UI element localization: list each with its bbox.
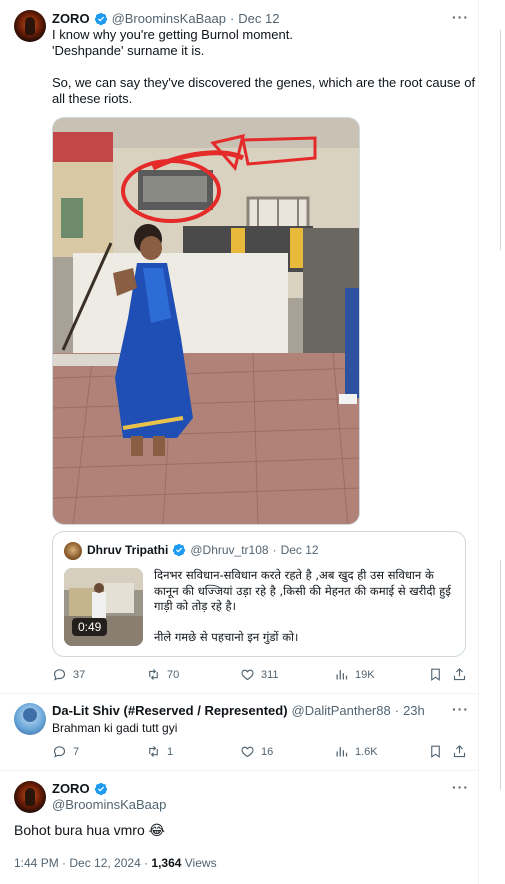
- tweet-header: ZORO @BroominsKaBaap · Dec 12: [52, 11, 280, 26]
- divider: [0, 693, 478, 694]
- tweet-actions-bar: 7 1 16 1.6K: [52, 744, 482, 762]
- author-handle[interactable]: @BroominsKaBaap: [52, 797, 166, 812]
- bookmark-button[interactable]: [428, 667, 443, 682]
- tweet-text: Bohot bura hua vmro 😂: [14, 822, 165, 838]
- bookmark-icon: [431, 745, 440, 758]
- reply-icon: [53, 746, 66, 758]
- views-button[interactable]: 1.6K: [334, 744, 378, 759]
- author-name[interactable]: ZORO: [52, 781, 90, 796]
- views-label: Views: [181, 856, 217, 870]
- quoted-tweet[interactable]: Dhruv Tripathi @Dhruv_tr108 · Dec 12 0:4…: [52, 531, 466, 657]
- repost-button[interactable]: 1: [146, 744, 173, 759]
- like-count: 16: [261, 745, 274, 758]
- quote-text-line: दिनभर सविधान-सविधान करते रहते है ,अब खुद…: [154, 568, 434, 582]
- more-icon[interactable]: ···: [452, 779, 469, 795]
- avatar[interactable]: [14, 10, 46, 42]
- reply-text: Brahman ki gadi tutt gyi: [52, 721, 178, 735]
- quote-header: Dhruv Tripathi @Dhruv_tr108 · Dec 12: [87, 543, 319, 557]
- bookmark-button[interactable]: [428, 744, 443, 759]
- street-photo: [53, 118, 359, 524]
- reply-count: 7: [73, 745, 80, 758]
- repost-button[interactable]: 70: [146, 667, 179, 682]
- main-tweet[interactable]: ZORO @BroominsKaBaap · Dec 12 ··· I know…: [0, 0, 478, 694]
- verified-badge-icon: [94, 12, 107, 25]
- views-icon: [336, 747, 348, 757]
- bookmark-icon: [431, 668, 440, 681]
- author-handle[interactable]: @DalitPanther88: [292, 703, 391, 718]
- tweet-text-line: all these riots.: [52, 91, 133, 106]
- repost-icon: [149, 669, 158, 680]
- reply-header: Da-Lit Shiv (#Reserved / Represented) @D…: [52, 703, 425, 718]
- repost-count: 70: [167, 668, 180, 681]
- repost-icon: [149, 746, 158, 757]
- avatar[interactable]: [14, 703, 46, 735]
- quote-author-handle[interactable]: @Dhruv_tr108: [190, 543, 268, 557]
- quote-text-line: नीले गमछे से पहचानो इन गुंडों को।: [154, 630, 299, 644]
- quote-text-line: गाड़ी को तोड़ रहे है।: [154, 599, 236, 613]
- share-icon: [453, 745, 466, 758]
- reply-button[interactable]: 7: [52, 744, 79, 759]
- reply-button[interactable]: 37: [52, 667, 85, 682]
- author-name[interactable]: Da-Lit Shiv (#Reserved / Represented): [52, 703, 288, 718]
- timestamp[interactable]: 1:44 PM · Dec 12, 2024 ·: [14, 856, 151, 870]
- divider: [0, 770, 478, 771]
- tweet-actions-bar: 37 70 311 19K: [52, 667, 482, 685]
- views-icon: [336, 670, 348, 680]
- like-count: 311: [261, 668, 279, 681]
- views-button[interactable]: 19K: [334, 667, 375, 682]
- avatar[interactable]: [14, 781, 46, 813]
- quote-date[interactable]: Dec 12: [281, 543, 319, 557]
- share-button[interactable]: [452, 667, 467, 682]
- reply-count: 37: [73, 668, 86, 681]
- tweet-header: ZORO: [52, 781, 108, 796]
- like-button[interactable]: 16: [240, 744, 273, 759]
- more-icon[interactable]: ···: [452, 701, 469, 717]
- more-icon[interactable]: ···: [452, 9, 469, 25]
- tweet-meta: 1:44 PM · Dec 12, 2024 · 1,364 Views: [14, 856, 217, 870]
- quote-video-thumbnail[interactable]: 0:49: [64, 568, 143, 646]
- reply-icon: [53, 669, 66, 681]
- avatar[interactable]: [64, 542, 82, 560]
- reply-time[interactable]: 23h: [403, 703, 425, 718]
- verified-badge-icon: [94, 782, 107, 795]
- verified-badge-icon: [173, 543, 186, 557]
- repost-count: 1: [167, 745, 174, 758]
- tweet-subheader: @BroominsKaBaap: [52, 797, 166, 812]
- video-duration: 0:49: [72, 618, 108, 636]
- author-name[interactable]: ZORO: [52, 11, 90, 26]
- author-handle[interactable]: @BroominsKaBaap: [112, 11, 226, 26]
- quote-text-line: कानून की धज्जियां उड़ा रहे है ,किसी की म…: [154, 584, 451, 598]
- tweet-media-image[interactable]: [52, 117, 360, 525]
- share-button[interactable]: [452, 744, 467, 759]
- like-icon: [241, 669, 254, 681]
- views-count: 19K: [355, 668, 375, 681]
- tweet-text-line: So, we can say they've discovered the ge…: [52, 75, 476, 90]
- view-count: 1,364: [151, 856, 182, 870]
- tweet-date[interactable]: Dec 12: [238, 11, 279, 26]
- quote-author-name[interactable]: Dhruv Tripathi: [87, 543, 168, 557]
- tweet-text-line: 'Deshpande' surname it is.: [52, 43, 205, 58]
- scroll-edge-mark: [500, 30, 501, 250]
- share-icon: [453, 668, 466, 681]
- like-button[interactable]: 311: [240, 667, 279, 682]
- views-count: 1.6K: [355, 745, 378, 758]
- tweet-text-line: I know why you're getting Burnol moment.: [52, 27, 293, 42]
- like-icon: [241, 746, 254, 758]
- scroll-edge-mark: [500, 560, 501, 790]
